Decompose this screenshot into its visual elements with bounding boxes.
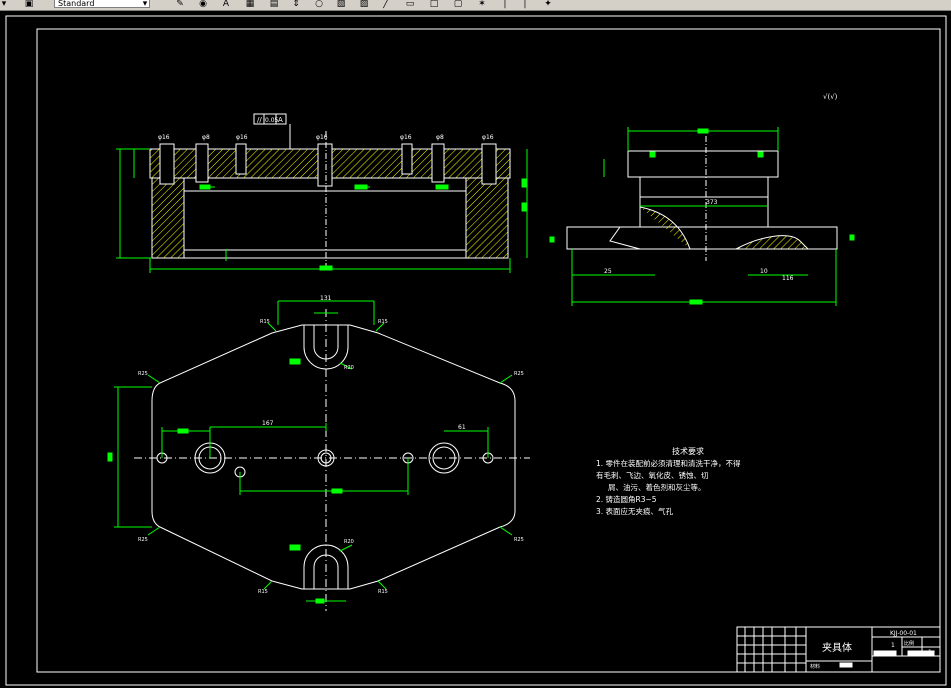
toolbar: ▾ ▣ Standard ▾ ✎ ◉ A ▦ ▤ ⇕ ○ ▧ ▨ ╱ ▭ □ ▢… (0, 0, 951, 11)
svg-text:R20: R20 (344, 365, 354, 371)
tech-req-line-3: 屑、油污、着色剂和灰尘等。 (608, 482, 706, 492)
tech-req-line-5: 3. 表面应无夹痕、气孔 (596, 506, 674, 516)
tolerance-value: 0.05 (265, 117, 279, 124)
svg-text:R20: R20 (344, 539, 354, 545)
plan-dim-left-spacing: 167 (262, 420, 274, 427)
svg-text:1: 1 (891, 642, 895, 649)
plan-view-dimensions (107, 300, 513, 604)
svg-text:φ16: φ16 (158, 134, 170, 141)
svg-text:R25: R25 (514, 537, 524, 543)
combo-arrow-icon[interactable]: ▾ (140, 0, 150, 9)
tech-req-title: 技术要求 (672, 446, 704, 456)
tolerance-frame: // 0.05 A (253, 113, 291, 149)
title-block-text: 夹具体 KJJ-00-01 1 比例 1 材料 (810, 630, 932, 670)
side-view (566, 136, 838, 261)
drawing-canvas[interactable]: // 0.05 A φ16 φ8 φ16 φ16 φ16 φ8 φ16 √(√)… (0, 11, 951, 688)
svg-text:φ8: φ8 (436, 134, 444, 141)
material-label: 材料 (810, 663, 820, 670)
side-view-labels: √(√) 373 25 10 116 (604, 93, 838, 282)
svg-text:R15: R15 (260, 319, 270, 325)
circle-icon[interactable]: ○ (313, 0, 325, 9)
plan-view (134, 309, 530, 611)
side-view-dimensions (549, 127, 855, 306)
pipe-icon[interactable]: │ (500, 0, 510, 9)
hatch-icon[interactable]: ▧ (335, 0, 347, 9)
svg-text:R25: R25 (138, 537, 148, 543)
side-dim-right2: 116 (782, 275, 794, 282)
sheet-inner-border (36, 28, 941, 673)
side-dim-right: 10 (760, 268, 768, 275)
star-icon[interactable]: ✶ (476, 0, 488, 9)
svg-text:φ16: φ16 (400, 134, 412, 141)
svg-text:R15: R15 (258, 589, 268, 595)
front-view-hole-labels: φ16 φ8 φ16 φ16 φ16 φ8 φ16 (158, 134, 494, 141)
window-icon[interactable]: □ (428, 0, 440, 9)
tech-req-line-4: 2. 铸造圆角R3~5 (596, 494, 657, 504)
bucket-icon[interactable]: ◉ (198, 0, 208, 9)
svg-text:φ16: φ16 (236, 134, 248, 141)
tech-req-line-2: 有毛刺、飞边、氧化皮、锈蚀、切 (596, 470, 709, 480)
tech-req-line-1: 1. 零件在装配前必须清理和清洗干净，不得 (596, 458, 741, 468)
arrows-icon[interactable]: ⇕ (290, 0, 302, 9)
svg-text:R25: R25 (514, 371, 524, 377)
grid-icon[interactable]: ▤ (268, 0, 280, 9)
svg-text:φ8: φ8 (202, 134, 210, 141)
dropdown-arrow-icon[interactable]: ▾ (0, 0, 8, 9)
svg-text:1: 1 (928, 649, 932, 656)
rectangle-icon[interactable]: ▭ (404, 0, 416, 9)
svg-text:φ16: φ16 (482, 134, 494, 141)
text-style-icon[interactable]: ▣ (24, 0, 34, 9)
plan-dim-top: 131 (320, 295, 332, 302)
side-dim-left: 25 (604, 268, 612, 275)
table-icon[interactable]: ▦ (244, 0, 256, 9)
plan-view-labels: 131 167 61 R15 R15 R25 R25 R20 R25 R25 R… (138, 295, 524, 595)
tolerance-datum: A (278, 116, 283, 124)
plan-dim-right-spacing: 61 (458, 424, 466, 431)
svg-text:R15: R15 (378, 589, 388, 595)
technical-requirements: 技术要求 1. 零件在装配前必须清理和清洗干净，不得 有毛刺、飞边、氧化皮、锈蚀… (596, 446, 741, 516)
window-icon-2[interactable]: ▢ (452, 0, 464, 9)
sheet-outer-border (5, 15, 947, 686)
image-icon[interactable]: ▨ (358, 0, 370, 9)
tolerance-symbol: // (257, 116, 262, 124)
eraser-icon[interactable]: ✦ (542, 0, 554, 9)
text-style-combo[interactable]: Standard (54, 0, 150, 8)
text-style-value: Standard (58, 0, 95, 8)
front-view (149, 131, 511, 269)
side-dim-total: 373 (706, 199, 718, 206)
surface-finish-note: √(√) (823, 93, 838, 101)
pipe-icon-2[interactable]: │ (520, 0, 530, 9)
pencil-icon[interactable]: ✎ (175, 0, 185, 9)
svg-text:φ16: φ16 (316, 134, 328, 141)
drawing-number: KJJ-00-01 (890, 630, 917, 637)
abc-icon[interactable]: A (220, 0, 232, 9)
part-name: 夹具体 (822, 641, 852, 654)
svg-text:R25: R25 (138, 371, 148, 377)
line-icon[interactable]: ╱ (380, 0, 392, 9)
svg-text:比例: 比例 (904, 640, 914, 647)
svg-text:R15: R15 (378, 319, 388, 325)
cad-drawing: // 0.05 A φ16 φ8 φ16 φ16 φ16 φ8 φ16 √(√)… (5, 15, 947, 686)
